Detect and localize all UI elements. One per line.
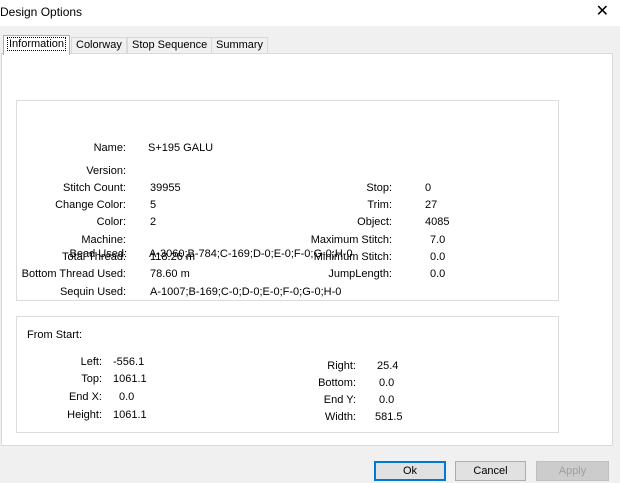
tab-stop-sequence[interactable]: Stop Sequence (127, 37, 213, 54)
max-stitch-value: 7.0 (430, 234, 446, 246)
close-icon[interactable]: ✕ (596, 4, 609, 20)
total-thread-label: Total Thread: (61, 251, 126, 263)
cancel-button[interactable]: Cancel (455, 461, 526, 481)
max-stitch-label: Maximum Stitch: (310, 234, 392, 246)
stitch-count-label: Stitch Count: (63, 182, 126, 194)
name-label: Name: (93, 142, 126, 154)
total-thread-value: 118.26 m (150, 251, 196, 263)
end-x-label: End X: (68, 391, 102, 403)
right-value: 25.4 (377, 360, 399, 372)
trim-label: Trim: (367, 199, 392, 211)
end-y-label: End Y: (323, 394, 356, 406)
sequin-value: A-1007;B-169;C-0;D-0;E-0;F-0;G-0;H-0 (150, 286, 342, 298)
tab-summary[interactable]: Summary (211, 37, 269, 54)
trim-value: 27 (425, 199, 438, 211)
color-label: Color: (96, 216, 126, 228)
tab-strip: Information Colorway Stop Sequence Summa… (0, 35, 620, 55)
left-label: Left: (80, 356, 102, 368)
ok-button[interactable]: Ok (374, 461, 446, 481)
bottom-value: 0.0 (379, 377, 395, 389)
min-stitch-label: Minimum Stitch: (313, 251, 392, 263)
design-info-group: Name: S+195 GALU Version: Stitch Count: … (16, 100, 559, 301)
jump-length-label: JumpLength: (328, 268, 392, 280)
width-label: Width: (324, 411, 356, 423)
end-y-value: 0.0 (379, 394, 395, 406)
top-label: Top: (81, 373, 102, 385)
min-stitch-value: 0.0 (430, 251, 446, 263)
height-value: 1061.1 (113, 409, 147, 421)
tab-colorway[interactable]: Colorway (71, 37, 127, 54)
color-value: 2 (150, 216, 157, 228)
right-label: Right: (327, 360, 356, 372)
stop-label: Stop: (366, 182, 392, 194)
end-x-value: 0.0 (119, 391, 135, 403)
information-panel: Name: S+195 GALU Version: Stitch Count: … (1, 53, 613, 446)
stitch-count-value: 39955 (150, 182, 181, 194)
from-start-group: From Start: Left: -556.1 Top: 1061.1 End… (16, 316, 559, 433)
top-value: 1061.1 (113, 373, 147, 385)
apply-button[interactable]: Apply (536, 461, 609, 481)
object-label: Object: (357, 216, 392, 228)
change-color-value: 5 (150, 199, 157, 211)
machine-label: Machine: (81, 234, 126, 246)
bottom-thread-value: 78.60 m (150, 268, 190, 280)
height-label: Height: (67, 409, 102, 421)
version-label: Version: (86, 165, 126, 177)
change-color-label: Change Color: (55, 199, 126, 211)
dialog-footer: Ok Cancel Apply (0, 447, 620, 483)
stop-value: 0 (425, 182, 432, 194)
tab-information[interactable]: Information (3, 35, 71, 55)
width-value: 581.5 (375, 411, 403, 423)
bottom-label: Bottom: (318, 377, 356, 389)
object-value: 4085 (425, 216, 450, 228)
title-bar: Design Options ✕ (0, 0, 620, 26)
sequin-label: Sequin Used: (59, 286, 126, 298)
jump-length-value: 0.0 (430, 268, 446, 280)
name-value: S+195 GALU (148, 142, 214, 154)
bottom-thread-label: Bottom Thread Used: (21, 268, 126, 280)
window-title: Design Options (0, 5, 83, 19)
from-start-heading: From Start: (27, 329, 83, 341)
left-value: -556.1 (113, 356, 145, 368)
